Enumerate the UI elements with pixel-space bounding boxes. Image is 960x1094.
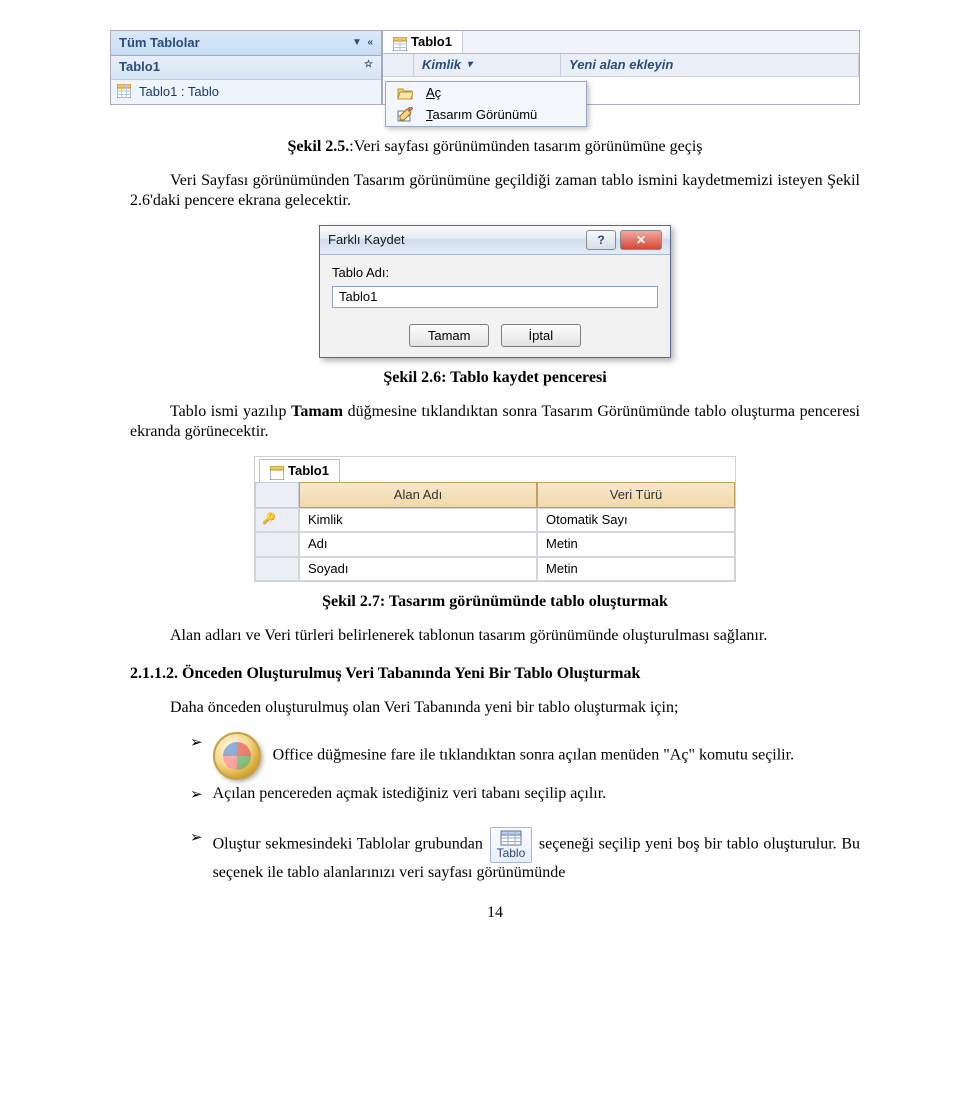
- bullet-arrow-icon: ➢: [190, 829, 203, 848]
- bullet-1: ➢ Office düğmesine fare ile tıklandıktan…: [190, 732, 860, 780]
- design-tab-label: Tablo1: [288, 463, 329, 479]
- navpane-item-label: Tablo1 : Tablo: [139, 84, 219, 99]
- row-selector[interactable]: [255, 557, 299, 581]
- dialog-title: Farklı Kaydet: [328, 232, 405, 248]
- menu-item-label: Aç: [426, 85, 441, 101]
- header-field-name: Alan Adı: [299, 482, 537, 508]
- dialog-field-label: Tablo Adı:: [332, 265, 658, 281]
- column-header-add-field[interactable]: Yeni alan ekleyin: [561, 54, 859, 77]
- figure-1-caption: Şekil 2.5.:Veri sayfası görünümünden tas…: [130, 137, 860, 157]
- close-button[interactable]: ✕: [620, 230, 662, 250]
- row-selector[interactable]: [383, 54, 414, 77]
- design-header-row: Alan Adı Veri Türü: [255, 482, 735, 508]
- chevron-down-icon: ▼ «: [352, 37, 373, 50]
- figure-3-caption: Şekil 2.7: Tasarım görünümünde tablo olu…: [130, 592, 860, 612]
- data-type-cell[interactable]: Otomatik Sayı: [537, 508, 735, 532]
- page-number: 14: [130, 903, 860, 923]
- tablo-ribbon-button: Tablo: [490, 827, 533, 863]
- column-header-label: Kimlik: [422, 57, 461, 73]
- bullet-2: ➢ Açılan pencereden açmak istediğiniz ve…: [190, 784, 860, 805]
- cancel-button[interactable]: İptal: [501, 324, 581, 347]
- figure-3-design-view: Tablo1 Alan Adı Veri Türü 🔑 KimlikOtomati…: [254, 456, 736, 582]
- datasheet-header-row: Kimlik ▾ Yeni alan ekleyin: [383, 54, 859, 77]
- menu-item-open[interactable]: Aç: [386, 82, 586, 104]
- design-view-icon: [394, 107, 416, 123]
- navpane-group[interactable]: Tablo1 ☆: [111, 56, 381, 79]
- help-button[interactable]: ?: [586, 230, 616, 250]
- bullet-arrow-icon: ➢: [190, 734, 203, 753]
- open-icon: [394, 86, 416, 100]
- table-icon: [117, 84, 133, 100]
- ok-button[interactable]: Tamam: [409, 324, 489, 347]
- navpane-header[interactable]: Tüm Tablolar ▼ «: [111, 31, 381, 56]
- row-selector-header: [255, 482, 299, 508]
- data-type-cell[interactable]: Metin: [537, 557, 735, 581]
- table-name-input[interactable]: [332, 286, 658, 308]
- table-icon: [393, 37, 407, 51]
- paragraph-1: Veri Sayfası görünümünden Tasarım görünü…: [130, 171, 860, 211]
- collapse-icon: ☆: [364, 59, 373, 75]
- field-name-cell[interactable]: Kimlik: [299, 508, 537, 532]
- bullet-2-text: Açılan pencereden açmak istediğiniz veri…: [213, 784, 860, 804]
- bullet-arrow-icon: ➢: [190, 786, 203, 805]
- tab-strip: Tablo1: [383, 31, 859, 54]
- design-row[interactable]: AdıMetin: [255, 532, 735, 556]
- row-selector[interactable]: [255, 532, 299, 556]
- menu-item-label: Tasarım Görünümü: [426, 107, 537, 123]
- navpane-item-tablo1[interactable]: Tablo1 : Tablo: [111, 80, 381, 104]
- heading-2-1-1-2: 2.1.1.2. Önceden Oluşturulmuş Veri Taban…: [130, 664, 860, 684]
- figure-2-caption: Şekil 2.6: Tablo kaydet penceresi: [130, 368, 860, 388]
- field-name-cell[interactable]: Soyadı: [299, 557, 537, 581]
- menu-item-design-view[interactable]: Tasarım Görünümü: [386, 104, 586, 126]
- row-selector[interactable]: 🔑: [255, 508, 299, 532]
- design-tab[interactable]: Tablo1: [259, 459, 340, 483]
- column-header-label: Yeni alan ekleyin: [569, 57, 673, 73]
- datasheet-tab[interactable]: Tablo1: [383, 31, 463, 53]
- navigation-pane: Tüm Tablolar ▼ « Tablo1 ☆ Tablo1 : Tablo: [110, 30, 382, 105]
- dialog-titlebar: Farklı Kaydet ? ✕: [320, 226, 670, 255]
- primary-key-icon: 🔑: [262, 513, 276, 527]
- paragraph-3: Alan adları ve Veri türleri belirlenerek…: [130, 626, 860, 646]
- dropdown-icon: ▾: [467, 59, 472, 72]
- column-header-kimlik[interactable]: Kimlik ▾: [414, 54, 561, 77]
- paragraph-2: Tablo ismi yazılıp Tamam düğmesine tıkla…: [130, 402, 860, 442]
- data-type-cell[interactable]: Metin: [537, 532, 735, 556]
- bullet-3-text: Oluştur sekmesindeki Tablolar grubundan …: [213, 827, 860, 883]
- header-data-type: Veri Türü: [537, 482, 735, 508]
- table-icon: [270, 466, 284, 480]
- navpane-group-label: Tablo1: [119, 59, 160, 75]
- field-name-cell[interactable]: Adı: [299, 532, 537, 556]
- bullet-1-text: Office düğmesine fare ile tıklandıktan s…: [273, 747, 795, 764]
- bullet-3: ➢ Oluştur sekmesindeki Tablolar grubunda…: [190, 827, 860, 883]
- design-row[interactable]: 🔑 KimlikOtomatik Sayı: [255, 508, 735, 532]
- datasheet-tab-label: Tablo1: [411, 34, 452, 50]
- save-as-dialog: Farklı Kaydet ? ✕ Tablo Adı: Tamam İptal: [319, 225, 671, 357]
- navpane-header-label: Tüm Tablolar: [119, 35, 200, 51]
- paragraph-4: Daha önceden oluşturulmuş olan Veri Taba…: [130, 698, 860, 718]
- office-button-icon: [213, 732, 261, 780]
- design-row[interactable]: SoyadıMetin: [255, 557, 735, 581]
- context-menu: Aç Tasarım Görünümü: [385, 81, 587, 128]
